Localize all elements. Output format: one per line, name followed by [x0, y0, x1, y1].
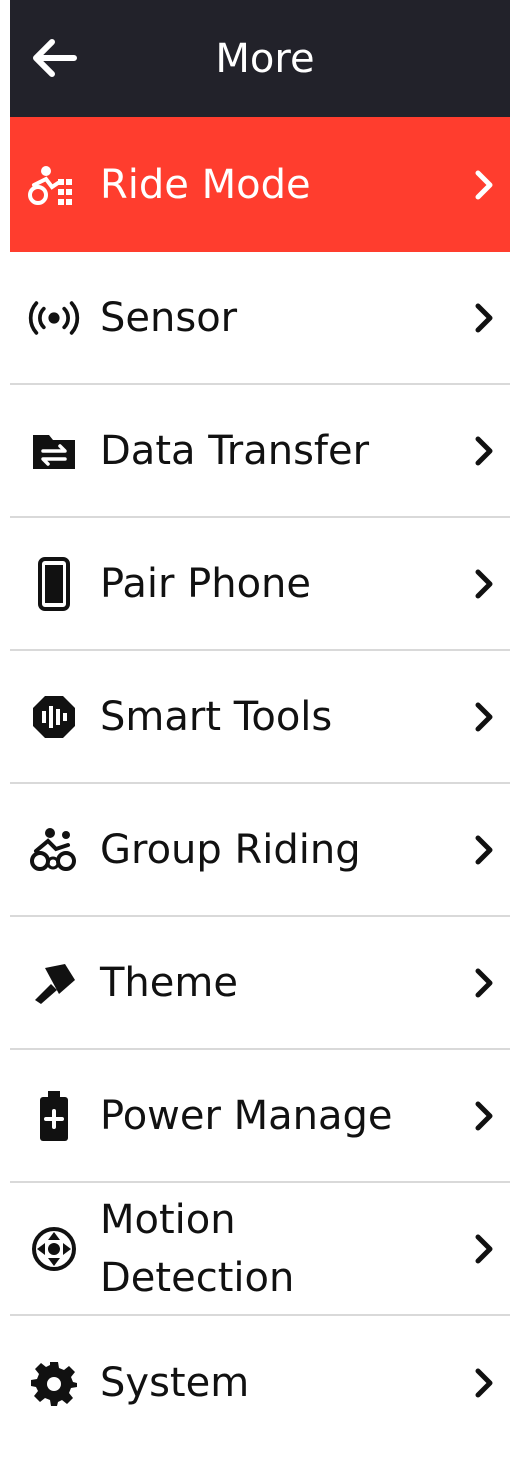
battery-plus-icon [28, 1090, 80, 1142]
paint-brush-icon [28, 957, 80, 1009]
chevron-right-icon [475, 1234, 493, 1263]
motion-detection-icon [28, 1223, 80, 1275]
menu-item-system[interactable]: System [10, 1316, 510, 1449]
menu-item-label: Sensor [100, 294, 238, 341]
header-bar: More [10, 0, 510, 117]
menu-item-theme[interactable]: Theme [10, 917, 510, 1050]
chevron-right-icon [475, 569, 493, 598]
menu-item-smart-tools[interactable]: Smart Tools [10, 651, 510, 784]
menu-item-label: Group Riding [100, 826, 361, 873]
chevron-right-icon [475, 303, 493, 332]
menu-item-label: Theme [100, 959, 238, 1006]
menu-item-label: Ride Mode [100, 161, 311, 208]
menu-item-label: System [100, 1359, 250, 1406]
chevron-right-icon [475, 170, 493, 199]
sensor-icon [28, 292, 80, 344]
menu-item-label: Data Transfer [100, 427, 370, 474]
settings-menu: Ride Mode Sensor Data Transfer Pair Phon… [10, 117, 510, 1449]
menu-item-motion-detection[interactable]: Motion Detection [10, 1183, 510, 1316]
phone-icon [28, 556, 80, 611]
menu-item-label: Motion Detection [100, 1196, 295, 1301]
menu-item-ride-mode[interactable]: Ride Mode [10, 117, 510, 252]
chevron-right-icon [475, 968, 493, 997]
chevron-right-icon [475, 1101, 493, 1130]
menu-item-group-riding[interactable]: Group Riding [10, 784, 510, 917]
chevron-right-icon [475, 1368, 493, 1397]
chevron-right-icon [475, 702, 493, 731]
chevron-right-icon [475, 835, 493, 864]
menu-item-label: Power Manage [100, 1092, 393, 1139]
menu-item-pair-phone[interactable]: Pair Phone [10, 518, 510, 651]
smart-tools-icon [28, 691, 80, 743]
ride-mode-icon [28, 159, 80, 211]
menu-item-label: Smart Tools [100, 693, 333, 740]
gear-icon [28, 1357, 80, 1409]
group-riding-icon [28, 824, 80, 876]
menu-item-sensor[interactable]: Sensor [10, 252, 510, 385]
page-title: More [215, 35, 315, 82]
menu-item-data-transfer[interactable]: Data Transfer [10, 385, 510, 518]
more-screen: More Ride Mode Sensor Data Transfer Pair… [10, 0, 510, 1477]
menu-item-label: Pair Phone [100, 560, 312, 607]
menu-item-power-manage[interactable]: Power Manage [10, 1050, 510, 1183]
chevron-right-icon [475, 436, 493, 465]
data-transfer-icon [28, 425, 80, 477]
arrow-left-icon[interactable] [26, 36, 78, 80]
